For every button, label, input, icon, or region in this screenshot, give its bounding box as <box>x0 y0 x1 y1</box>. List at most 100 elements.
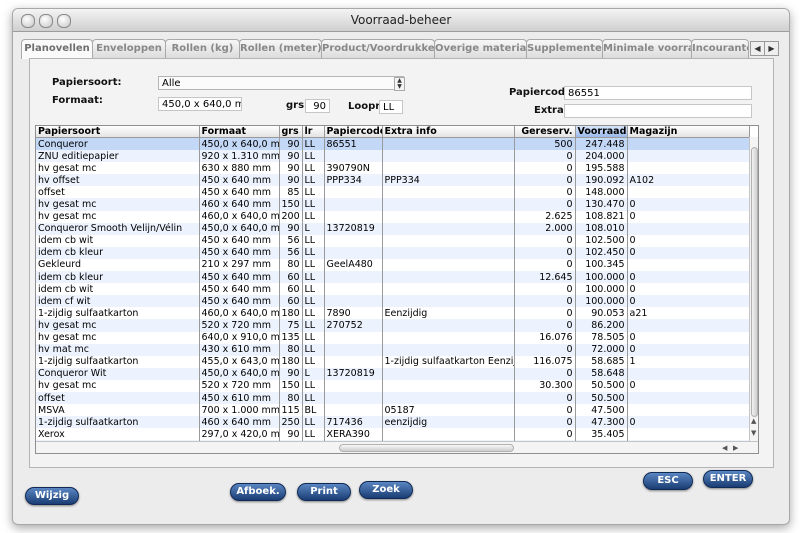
cell-magazijn <box>627 367 750 380</box>
cell-magazijn <box>627 150 750 163</box>
table-row[interactable]: hv gesat mc640,0 x 910,0 mm135LL 16.07678… <box>36 331 750 344</box>
cell-extra-info: 1-zijdig sulfaatkarton Eenzijdig <box>382 355 515 368</box>
cell-papiersoort: idem cf wit <box>36 295 200 308</box>
table-row[interactable]: idem cf wit 450 x 640 mm 60 LL 0 100.000 0 <box>36 295 750 308</box>
wijzig-button[interactable]: Wijzig <box>25 487 79 505</box>
tab-scroll-left-icon[interactable]: ◀ <box>750 41 765 56</box>
looprichting-field[interactable]: LL <box>379 100 403 114</box>
horizontal-scrollbar[interactable]: ◀ ▶ <box>36 441 758 453</box>
table-row[interactable]: Conqueror Smooth Velijn/Vélin 450,0 x 640… <box>36 222 750 235</box>
cell-magazijn <box>627 391 750 405</box>
col-header-papiercode[interactable]: Papiercode <box>324 126 383 138</box>
cell-extra-info <box>382 295 515 308</box>
cell-formaat: 450 x 640 mm <box>199 283 280 296</box>
table-row[interactable]: 1-zijdig sulfaatkarton 460 x 640 mm 250 LL 7… <box>36 416 750 429</box>
tab-rollen-meter[interactable]: Rollen (meter) <box>239 39 322 58</box>
tab-supplementen[interactable]: Supplementen <box>526 39 603 58</box>
col-header-voorraad[interactable]: Voorraad ▼ <box>575 126 628 138</box>
grs-field[interactable]: 90 <box>305 99 330 113</box>
table-row[interactable]: 1-zijdig sulfaatkarton455,0 x 643,0 mm18… <box>36 355 750 368</box>
col-header-extra-info[interactable]: Extra info <box>382 126 515 138</box>
table-row[interactable]: offset 450 x 640 mm 85 LL 0 148.000 <box>36 186 750 199</box>
updown-arrow-icon[interactable]: ▲ ▼ <box>394 77 405 91</box>
cell-grs: 75 <box>279 319 303 332</box>
cell-extra-info: 05187 <box>382 404 515 417</box>
cell-magazijn: 0 <box>627 331 750 344</box>
table-row[interactable]: idem cb wit 450 x 640 mm 60 LL 0 100.000 0 <box>36 283 750 296</box>
table-row[interactable]: MSVA 700 x 1.000 mm 115 BL 05187 0 47.500 <box>36 404 750 417</box>
cell-formaat: 430 x 610 mm <box>199 343 280 356</box>
table-row[interactable]: hv gesat mc 520 x 720 mm 75 LL 270752 0 86.200 <box>36 319 750 332</box>
tab-product-voordrukken[interactable]: Product/Voordrukken <box>321 39 435 58</box>
cell-magazijn <box>627 222 750 235</box>
extra-label: Extra: <box>534 105 568 116</box>
cell-gereserveerd: 116.075 <box>514 355 576 368</box>
formaat-field[interactable]: 450,0 x 640,0 mm <box>158 97 242 111</box>
cell-gereserveerd: 0 <box>514 404 576 417</box>
col-header-papiersoort[interactable]: Papiersoort <box>36 126 200 138</box>
scroll-down-icon[interactable]: ▼ <box>751 429 756 437</box>
cell-magazijn <box>627 137 750 151</box>
cell-lr: LL <box>302 162 325 175</box>
col-header-magazijn[interactable]: Magazijn <box>627 126 750 138</box>
cell-formaat: 450 x 640 mm <box>199 186 280 199</box>
table-row[interactable]: ZNU editiepapier 920 x 1.310 mm 90 LL 0 204.0… <box>36 150 750 163</box>
table-row[interactable]: Xerox297,0 x 420,0 mm90LLXERA390 035.405 <box>36 428 750 441</box>
tab-planovellen[interactable]: Planovellen <box>21 39 93 59</box>
table-row[interactable]: hv gesat mc 520 x 720 mm 150 LL 30.300 50.500… <box>36 379 750 392</box>
table-row[interactable]: Conqueror Wit450,0 x 640,0 mm90L13720819… <box>36 367 750 380</box>
col-header-formaat[interactable]: Formaat <box>199 126 280 138</box>
tab-overige-materialen[interactable]: Overige materialen <box>434 39 527 58</box>
col-header-grs[interactable]: grs <box>279 126 303 138</box>
cell-lr: LL <box>302 246 325 259</box>
table-row[interactable]: idem cb kleur 450 x 640 mm 56 LL 0 102.450 0 <box>36 246 750 259</box>
table-row[interactable]: hv offset 450 x 640 mm 90 LL PPP334 PPP334 0 19… <box>36 174 750 187</box>
table-row[interactable]: offset 450 x 610 mm 80 LL 0 50.500 <box>36 391 750 405</box>
cell-voorraad: 50.500 <box>575 391 628 405</box>
table-row[interactable]: idem cb wit 450 x 640 mm 56 LL 0 102.500 0 <box>36 234 750 247</box>
table-row[interactable]: Gekleurd 210 x 297 mm 80 LL GeelA480 0 100.345 <box>36 258 750 272</box>
table-row[interactable]: hv gesat mc460,0 x 640,0 mm200LL 2.625108… <box>36 210 750 223</box>
cell-magazijn: 1 <box>627 355 750 368</box>
cell-gereserveerd: 0 <box>514 307 576 320</box>
vertical-scrollbar[interactable]: ▲ ▼ <box>749 137 758 441</box>
col-header-lr[interactable]: lr <box>302 126 325 138</box>
table-row[interactable]: 1-zijdig sulfaatkarton460,0 x 640,0 mm18… <box>36 307 750 320</box>
tab-rollen-kg[interactable]: Rollen (kg) <box>165 39 240 58</box>
cell-papiercode: 717436 <box>324 416 383 429</box>
scroll-up-icon[interactable]: ▲ <box>751 417 756 425</box>
cell-papiersoort: hv gesat mc <box>36 331 200 344</box>
afboek-button[interactable]: Afboek. <box>230 483 286 501</box>
print-button[interactable]: Print <box>297 483 351 501</box>
cell-papiersoort: 1-zijdig sulfaatkarton <box>36 355 200 368</box>
cell-voorraad: 195.588 <box>575 162 628 175</box>
extra-field[interactable] <box>564 104 752 118</box>
vertical-scroll-thumb[interactable] <box>751 147 758 417</box>
tab-incourante[interactable]: Incourante v <box>691 39 749 58</box>
cell-magazijn <box>627 186 750 199</box>
tab-enveloppen[interactable]: Enveloppen <box>92 39 166 58</box>
cell-papiersoort: Conqueror <box>36 137 200 151</box>
scroll-right-icon[interactable]: ▶ <box>733 444 738 452</box>
tab-minimale-voorraad[interactable]: Minimale voorraad <box>602 39 692 58</box>
col-header-gereserveerd[interactable]: Gereserv. <box>514 126 576 138</box>
table-row[interactable]: hv gesat mc 630 x 880 mm 90 LL 390790N 0 195.5… <box>36 162 750 175</box>
cell-magazijn: 0 <box>627 210 750 223</box>
table-row[interactable]: hv gesat mc 460 x 640 mm 150 LL 0 130.470 0 <box>36 198 750 211</box>
scroll-left-icon[interactable]: ◀ <box>722 444 727 452</box>
esc-button[interactable]: ESC <box>643 472 693 490</box>
enter-button[interactable]: ENTER <box>703 470 753 488</box>
zoek-button[interactable]: Zoek <box>359 481 413 499</box>
tab-scroll-right-icon[interactable]: ▶ <box>764 41 779 56</box>
cell-gereserveerd: 0 <box>514 198 576 211</box>
cell-voorraad: 50.500 <box>575 379 628 392</box>
cell-papiercode: 13720819 <box>324 222 383 235</box>
table-row[interactable]: Conqueror450,0 x 640,0 mm90LL86551 500247… <box>36 137 750 151</box>
papiercode-field[interactable]: 86551 <box>564 86 752 100</box>
cell-grs: 250 <box>279 416 303 429</box>
cell-papiercode <box>324 355 383 368</box>
papiersoort-select[interactable]: Alle <box>158 76 404 90</box>
table-row[interactable]: hv mat mc 430 x 610 mm 80 LL 0 72.000 0 <box>36 343 750 356</box>
horizontal-scroll-thumb[interactable] <box>339 444 514 452</box>
table-row[interactable]: idem cb kleur 450 x 640 mm 60 LL 12.645 100.0… <box>36 271 750 284</box>
